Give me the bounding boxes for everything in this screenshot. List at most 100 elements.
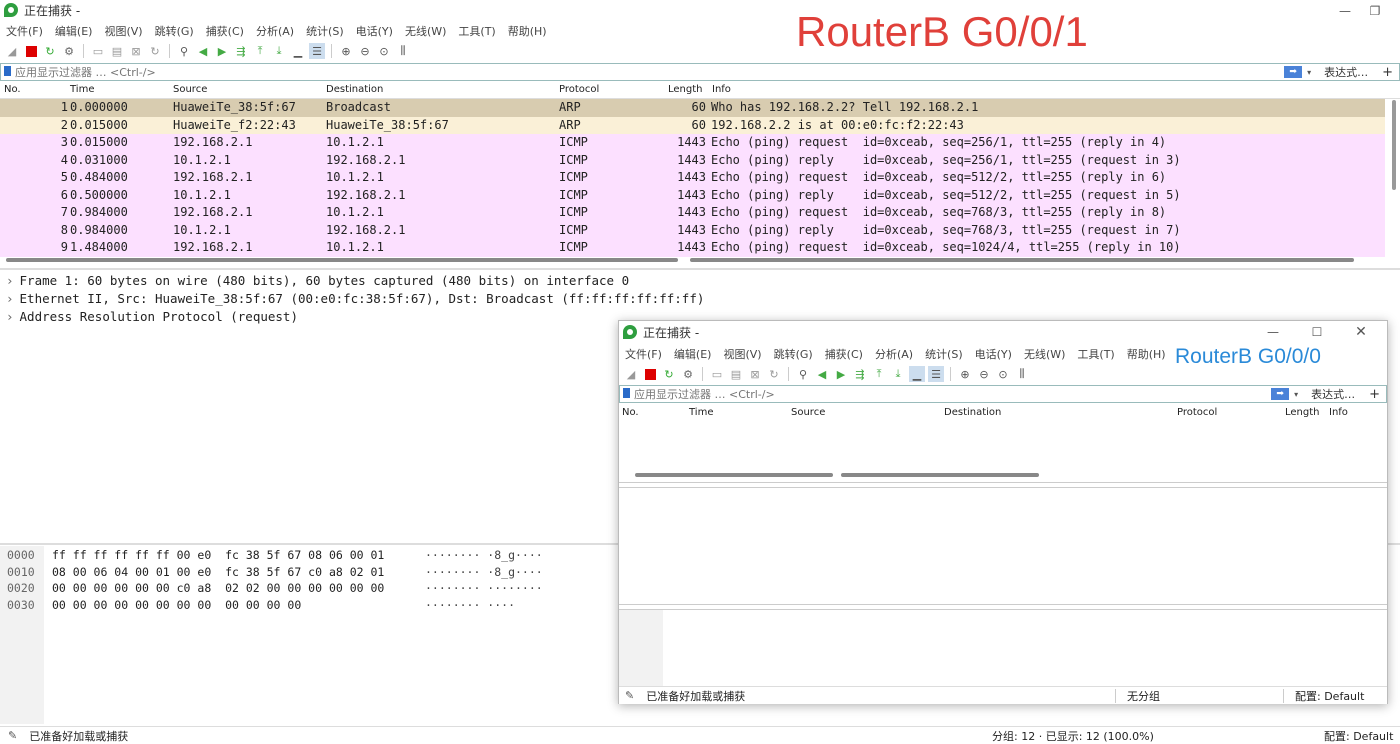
menu-telephony[interactable]: 电话(Y) — [356, 23, 393, 39]
column-destination[interactable]: Destination — [326, 84, 383, 95]
table-row[interactable]: 5 0.484000 192.168.2.1 10.1.2.1 ICMP 1443 Echo… — [0, 169, 1385, 187]
apply-filter-icon[interactable]: ➡ — [1271, 388, 1290, 400]
table-row[interactable]: 8 0.984000 10.1.2.1 192.168.2.1 ICMP 1443 Echo… — [0, 221, 1385, 239]
status-edit-icon[interactable]: ✎ — [625, 689, 634, 702]
expression-button[interactable]: 表达式… — [1301, 386, 1363, 402]
detail-ethernet[interactable]: › Ethernet II, Src: HuaweiTe_38:5f:67 (00… — [6, 291, 704, 306]
table-row[interactable]: 6 0.500000 10.1.2.1 192.168.2.1 ICMP 1443 Echo… — [0, 186, 1385, 204]
save-file-icon[interactable]: ▤ — [728, 366, 744, 382]
menu-go[interactable]: 跳转(G) — [774, 346, 813, 362]
last-icon[interactable]: ⤓ — [271, 43, 287, 59]
forward-icon[interactable]: ▶ — [214, 43, 230, 59]
menu-analyze[interactable]: 分析(A) — [875, 346, 913, 362]
horizontal-scrollbar[interactable] — [841, 473, 1039, 477]
start-capture-icon[interactable]: ◢ — [4, 43, 20, 59]
reload-icon[interactable]: ↻ — [766, 366, 782, 382]
capture-options-icon[interactable]: ⚙ — [61, 43, 77, 59]
status-edit-icon[interactable]: ✎ — [8, 729, 17, 742]
column-source[interactable]: Source — [791, 407, 825, 418]
detail-frame[interactable]: › Frame 1: 60 bytes on wire (480 bits), 6… — [6, 273, 629, 288]
close-file-icon[interactable]: ⊠ — [128, 43, 144, 59]
column-no[interactable]: No. — [4, 84, 21, 95]
forward-icon[interactable]: ▶ — [833, 366, 849, 382]
stop-capture-icon[interactable] — [642, 366, 658, 382]
table-row[interactable]: 4 0.031000 10.1.2.1 192.168.2.1 ICMP 1443 Echo… — [0, 151, 1385, 169]
add-filter-button[interactable]: + — [1376, 65, 1399, 80]
restart-capture-icon[interactable]: ↻ — [42, 43, 58, 59]
back-icon[interactable]: ◀ — [814, 366, 830, 382]
menu-wireless[interactable]: 无线(W) — [1024, 346, 1065, 362]
hex-bytes[interactable]: 08 00 06 04 00 01 00 e0 fc 38 5f 67 c0 a… — [52, 565, 384, 579]
hex-bytes[interactable]: ff ff ff ff ff ff 00 e0 fc 38 5f 67 08 0… — [52, 548, 384, 562]
column-info[interactable]: Info — [712, 84, 731, 95]
zoom-in-icon[interactable]: ⊕ — [338, 43, 354, 59]
bookmark-icon[interactable] — [4, 66, 11, 76]
colorize-icon[interactable]: ☰ — [928, 366, 944, 382]
menu-analyze[interactable]: 分析(A) — [256, 23, 294, 39]
zoom-reset-icon[interactable]: ⊙ — [995, 366, 1011, 382]
second-display-filter-input[interactable] — [620, 386, 1272, 402]
autoscroll-icon[interactable]: ▁ — [909, 366, 925, 382]
save-file-icon[interactable]: ▤ — [109, 43, 125, 59]
capture-options-icon[interactable]: ⚙ — [680, 366, 696, 382]
minimize-icon[interactable]: — — [1251, 321, 1295, 343]
autoscroll-icon[interactable]: ▁ — [290, 43, 306, 59]
resize-columns-icon[interactable]: ⫼ — [1014, 366, 1030, 382]
horizontal-scrollbar[interactable] — [690, 258, 1354, 262]
find-icon[interactable]: ⚲ — [795, 366, 811, 382]
menu-help[interactable]: 帮助(H) — [1127, 346, 1166, 362]
expression-button[interactable]: 表达式… — [1314, 64, 1376, 80]
apply-filter-icon[interactable]: ➡ — [1284, 66, 1303, 78]
menu-go[interactable]: 跳转(G) — [155, 23, 194, 39]
horizontal-scrollbar[interactable] — [635, 473, 833, 477]
menu-help[interactable]: 帮助(H) — [508, 23, 547, 39]
first-icon[interactable]: ⤒ — [252, 43, 268, 59]
hex-ascii[interactable]: ········ ·8_g···· — [425, 565, 543, 579]
column-protocol[interactable]: Protocol — [559, 84, 599, 95]
hex-ascii[interactable]: ········ ·8_g···· — [425, 548, 543, 562]
restart-capture-icon[interactable]: ↻ — [661, 366, 677, 382]
menu-tools[interactable]: 工具(T) — [1077, 346, 1114, 362]
menu-capture[interactable]: 捕获(C) — [825, 346, 863, 362]
back-icon[interactable]: ◀ — [195, 43, 211, 59]
column-no[interactable]: No. — [622, 407, 639, 418]
column-protocol[interactable]: Protocol — [1177, 407, 1217, 418]
bookmark-icon[interactable] — [623, 388, 630, 398]
column-source[interactable]: Source — [173, 84, 207, 95]
start-capture-icon[interactable]: ◢ — [623, 366, 639, 382]
horizontal-scrollbar[interactable] — [6, 258, 678, 262]
table-row[interactable]: 3 0.015000 192.168.2.1 10.1.2.1 ICMP 1443 Echo… — [0, 134, 1385, 152]
menu-file[interactable]: 文件(F) — [625, 346, 662, 362]
resize-columns-icon[interactable]: ⫼ — [395, 43, 411, 59]
column-destination[interactable]: Destination — [944, 407, 1001, 418]
status-profile-text[interactable]: 配置: Default — [1295, 688, 1364, 704]
open-file-icon[interactable]: ▭ — [90, 43, 106, 59]
table-row[interactable]: 9 1.484000 192.168.2.1 10.1.2.1 ICMP 1443 Echo… — [0, 239, 1385, 257]
status-profile-text[interactable]: 配置: Default — [1324, 728, 1393, 744]
minimize-icon[interactable]: — — [1330, 0, 1360, 22]
menu-statistics[interactable]: 统计(S) — [925, 346, 963, 362]
zoom-reset-icon[interactable]: ⊙ — [376, 43, 392, 59]
menu-view[interactable]: 视图(V) — [104, 23, 142, 39]
reload-icon[interactable]: ↻ — [147, 43, 163, 59]
menu-edit[interactable]: 编辑(E) — [674, 346, 712, 362]
stop-capture-icon[interactable] — [23, 43, 39, 59]
menu-file[interactable]: 文件(F) — [6, 23, 43, 39]
hex-bytes[interactable]: 00 00 00 00 00 00 c0 a8 02 02 00 00 00 0… — [52, 581, 384, 595]
menu-view[interactable]: 视图(V) — [723, 346, 761, 362]
menu-edit[interactable]: 编辑(E) — [55, 23, 93, 39]
column-length[interactable]: Length — [668, 84, 703, 95]
table-row[interactable]: 7 0.984000 192.168.2.1 10.1.2.1 ICMP 1443 Echo… — [0, 204, 1385, 222]
zoom-out-icon[interactable]: ⊖ — [976, 366, 992, 382]
main-display-filter-input[interactable] — [1, 64, 1285, 80]
detail-arp[interactable]: › Address Resolution Protocol (request) — [6, 309, 298, 324]
column-time[interactable]: Time — [689, 407, 713, 418]
chevron-down-icon[interactable]: ▾ — [1304, 68, 1314, 77]
first-icon[interactable]: ⤒ — [871, 366, 887, 382]
open-file-icon[interactable]: ▭ — [709, 366, 725, 382]
menu-statistics[interactable]: 统计(S) — [306, 23, 344, 39]
column-length[interactable]: Length — [1285, 407, 1320, 418]
hex-bytes[interactable]: 00 00 00 00 00 00 00 00 00 00 00 00 — [52, 598, 301, 612]
menu-capture[interactable]: 捕获(C) — [206, 23, 244, 39]
menu-tools[interactable]: 工具(T) — [458, 23, 495, 39]
